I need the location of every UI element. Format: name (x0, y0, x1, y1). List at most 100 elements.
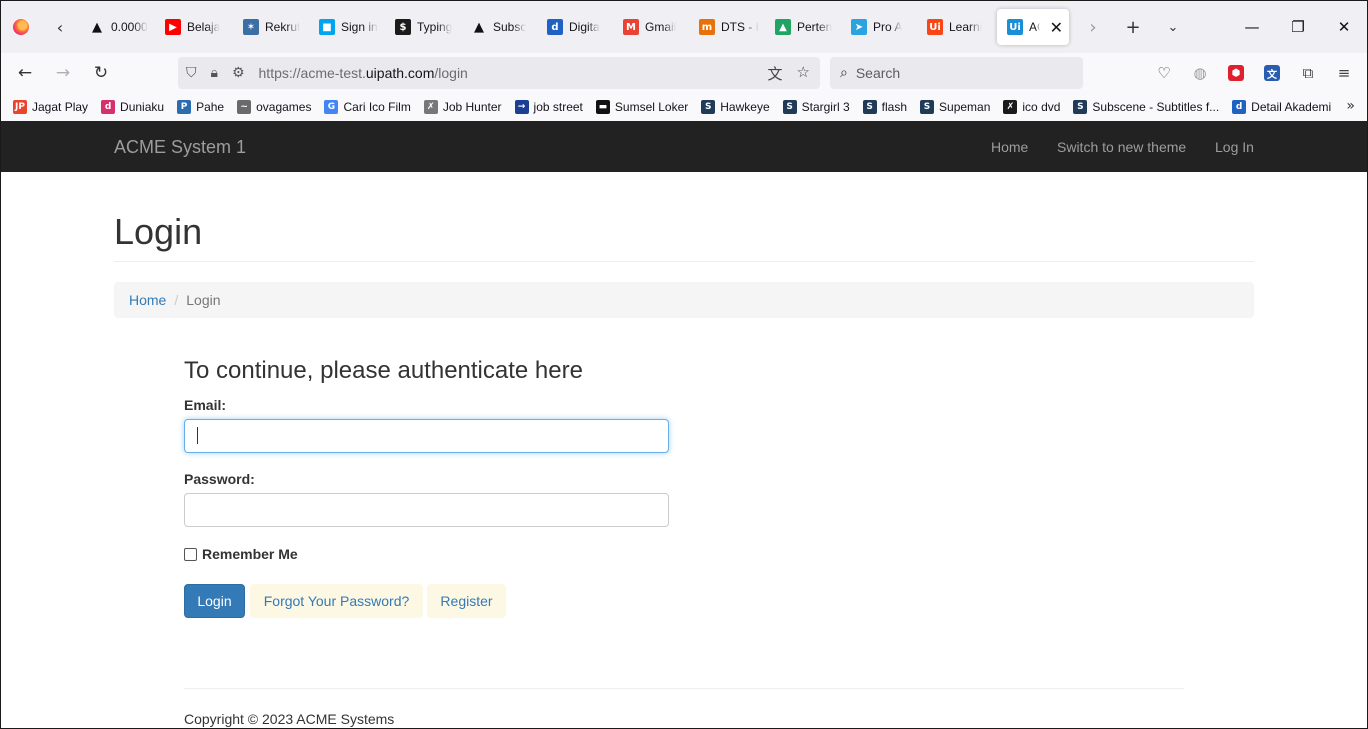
navigation-toolbar: ← → ↻ ⛉ 🔒︎ ⚙ https://acme-test.uipath.co… (1, 53, 1367, 93)
translate-icon[interactable]: 文 (768, 63, 783, 84)
nav-login-link[interactable]: Log In (1215, 139, 1254, 155)
gmail-icon: M (623, 19, 639, 35)
divider (114, 261, 1254, 262)
tracking-protection-icon[interactable]: ⛉ (186, 65, 197, 81)
remember-me-label[interactable]: Remember Me (202, 546, 298, 562)
footer-divider (184, 688, 1184, 689)
nav-switch-theme-link[interactable]: Switch to new theme (1057, 139, 1186, 155)
tab-item[interactable]: ➤ Pro A (841, 9, 917, 45)
tab-title: Belaja (187, 20, 221, 34)
bookmark-item[interactable]: ✗ ico dvd (1003, 100, 1060, 114)
register-button[interactable]: Register (427, 584, 506, 618)
tab-title: Rekrut (265, 20, 301, 34)
adblock-icon[interactable]: ⬢ (1221, 57, 1251, 89)
ovagames-icon: ~ (237, 100, 252, 114)
tab-title: AC (1029, 20, 1040, 34)
lock-icon[interactable]: 🔒︎ (211, 65, 218, 81)
dts-icon: m (699, 19, 715, 35)
digitalent-icon: d (547, 19, 563, 35)
tab-active[interactable]: Ui AC ✕ (997, 9, 1069, 45)
bookmark-label: Duniaku (120, 100, 165, 114)
reload-icon[interactable]: ↻ (83, 57, 119, 89)
bookmarks-overflow-icon[interactable]: » (1346, 98, 1355, 114)
bookmark-label: Sumsel Loker (614, 100, 689, 114)
bookmark-item[interactable]: ~ ovagames (237, 100, 311, 114)
site-navbar: ACME System 1 Home Switch to new theme L… (1, 121, 1367, 172)
tab-item[interactable]: $ Typing (385, 9, 461, 45)
bookmark-label: Supeman (939, 100, 991, 114)
translator-extension-icon[interactable]: 文 (1257, 57, 1287, 89)
menu-icon[interactable]: ≡ (1329, 57, 1359, 89)
forward-icon[interactable]: → (45, 57, 81, 89)
tab-item[interactable]: ▶ Belaja (155, 9, 233, 45)
email-field[interactable] (184, 419, 669, 453)
bookmark-item[interactable]: JP Jagat Play (13, 100, 88, 114)
back-icon[interactable]: ← (7, 57, 43, 89)
extensions-icon[interactable]: ⧉ (1293, 57, 1323, 89)
close-window-icon[interactable]: ✕ (1321, 1, 1367, 53)
tab-title: Typing (417, 20, 453, 34)
bookmark-item[interactable]: S Supeman (920, 100, 990, 114)
remember-me-checkbox[interactable] (184, 547, 197, 561)
search-bar[interactable]: ⌕ Search (830, 57, 1083, 89)
text-caret (197, 427, 198, 444)
bookmark-item[interactable]: Sflash (862, 100, 907, 114)
pocket-icon[interactable]: ♡ (1149, 57, 1179, 89)
bookmark-item[interactable]: → job street (514, 100, 583, 114)
remember-me[interactable]: Remember Me (184, 546, 298, 562)
tab-title: Gmail (645, 20, 677, 34)
bookmark-item[interactable]: S Hawkeye (701, 100, 770, 114)
tab-item[interactable]: ▲ Subsc (461, 9, 537, 45)
tab-item[interactable]: M Gmail (613, 9, 689, 45)
firefox-menu-icon[interactable] (1, 1, 41, 53)
jobhunter-icon: ✗ (423, 100, 438, 114)
permissions-icon[interactable]: ⚙ (232, 65, 245, 81)
forgot-password-button[interactable]: Forgot Your Password? (250, 584, 423, 618)
login-button[interactable]: Login (184, 584, 245, 618)
bookmark-item[interactable]: S Subscene - Subtitles f... (1073, 100, 1219, 114)
bookmark-label: Pahe (196, 100, 225, 114)
tab-item[interactable]: Ui Learni (917, 9, 993, 45)
tab-item[interactable]: d Digita (537, 9, 613, 45)
tab-title: Pro A (873, 20, 903, 34)
footer-copyright: Copyright © 2023 ACME Systems (184, 711, 395, 727)
tab-item[interactable]: ✶ Rekrut (233, 9, 309, 45)
bookmark-label: ico dvd (1022, 100, 1061, 114)
bookmark-label: Stargirl 3 (801, 100, 850, 114)
bookmark-item[interactable]: d Duniaku (101, 100, 164, 114)
breadcrumb-separator: / (174, 292, 179, 308)
search-placeholder: Search (855, 65, 901, 81)
bookmark-item[interactable]: P Pahe (177, 100, 224, 114)
typing-icon: $ (395, 19, 411, 35)
bookmark-item[interactable]: G Cari Ico Film (324, 100, 411, 114)
new-tab-icon[interactable]: + (1113, 1, 1153, 53)
duniaku-icon: d (101, 100, 116, 114)
page-title: Login (114, 211, 203, 252)
tab-item[interactable]: ■ Sign in (309, 9, 385, 45)
url-bar[interactable]: ⛉ 🔒︎ ⚙ https://acme-test.uipath.com/logi… (178, 57, 820, 89)
vpn-globe-icon[interactable]: ◍ (1185, 57, 1215, 89)
bookmark-item[interactable]: S Stargirl 3 (782, 100, 850, 114)
tab-item[interactable]: ▲ Perten (765, 9, 841, 45)
tab-item[interactable]: ▲ 0.0000 (79, 9, 155, 45)
bookmark-star-icon[interactable]: ☆ (797, 63, 810, 84)
nav-home-link[interactable]: Home (991, 139, 1028, 155)
bookmark-label: Job Hunter (442, 100, 502, 114)
restore-icon[interactable]: ❐ (1275, 1, 1321, 53)
star-logo-icon: ✶ (243, 19, 259, 35)
bookmark-item[interactable]: d Detail Akademi (1232, 100, 1331, 114)
minimize-icon[interactable]: — (1229, 1, 1275, 53)
tab-scroll-left-icon[interactable]: ‹ (41, 1, 79, 53)
bookmark-item[interactable]: ✗ Job Hunter (423, 100, 502, 114)
list-all-tabs-icon[interactable]: ⌄ (1153, 1, 1193, 53)
breadcrumb-home-link[interactable]: Home (129, 292, 166, 308)
close-tab-icon[interactable]: ✕ (1050, 18, 1063, 37)
site-brand[interactable]: ACME System 1 (114, 137, 246, 158)
digitalent-icon: d (1232, 100, 1247, 114)
password-field[interactable] (184, 493, 669, 527)
tab-scroll-right-icon[interactable]: › (1073, 1, 1113, 53)
tab-item[interactable]: m DTS - I (689, 9, 765, 45)
bookmark-label: Jagat Play (32, 100, 89, 114)
bookmark-item[interactable]: ▬ Sumsel Loker (595, 100, 689, 114)
google-drive-icon: ▲ (775, 19, 791, 35)
